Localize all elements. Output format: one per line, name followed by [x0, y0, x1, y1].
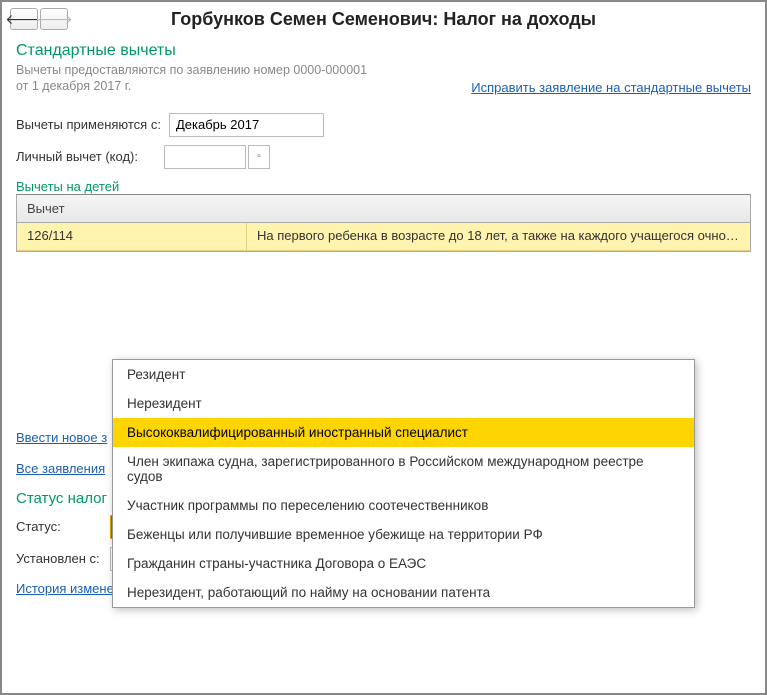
dropdown-option[interactable]: Резидент	[113, 360, 694, 389]
table-row[interactable]: 126/114 На первого ребенка в возрасте до…	[17, 223, 750, 251]
dropdown-option[interactable]: Беженцы или получившие временное убежище…	[113, 520, 694, 549]
established-label: Установлен с:	[16, 551, 104, 566]
children-deductions-table: Вычет 126/114 На первого ребенка в возра…	[16, 194, 751, 252]
applied-from-input[interactable]	[169, 113, 324, 137]
personal-deduction-label: Личный вычет (код):	[16, 149, 156, 164]
table-header: Вычет	[17, 195, 750, 223]
fix-application-link[interactable]: Исправить заявление на стандартные вычет…	[471, 80, 751, 95]
children-deductions-title: Вычеты на детей	[16, 179, 751, 194]
page-title: Горбунков Семен Семенович: Налог на дохо…	[70, 9, 757, 30]
deduction-desc-cell: На первого ребенка в возрасте до 18 лет,…	[247, 223, 750, 250]
personal-deduction-input[interactable]	[164, 145, 246, 169]
deductions-subtitle: Вычеты предоставляются по заявлению номе…	[16, 62, 376, 95]
dropdown-option[interactable]: Нерезидент, работающий по найму на основ…	[113, 578, 694, 607]
dropdown-option[interactable]: Высококвалифицированный иностранный спец…	[113, 418, 694, 447]
deductions-section-title: Стандартные вычеты	[16, 42, 751, 60]
status-dropdown-list: Резидент Нерезидент Высококвалифицирован…	[112, 359, 695, 608]
deduction-code-cell: 126/114	[17, 223, 247, 250]
all-applications-link[interactable]: Все заявления	[16, 461, 105, 476]
dropdown-option[interactable]: Гражданин страны-участника Договора о ЕА…	[113, 549, 694, 578]
dropdown-option[interactable]: Член экипажа судна, зарегистрированного …	[113, 447, 694, 491]
nav-back-button[interactable]: 🡐	[10, 8, 38, 30]
status-label: Статус:	[16, 519, 104, 534]
dropdown-option[interactable]: Участник программы по переселению соотеч…	[113, 491, 694, 520]
new-application-link[interactable]: Ввести новое з	[16, 430, 107, 445]
nav-forward-button[interactable]: 🡒	[40, 8, 68, 30]
personal-deduction-picker-button[interactable]: ▫	[248, 145, 270, 169]
applied-from-label: Вычеты применяются с:	[16, 117, 161, 132]
dropdown-option[interactable]: Нерезидент	[113, 389, 694, 418]
